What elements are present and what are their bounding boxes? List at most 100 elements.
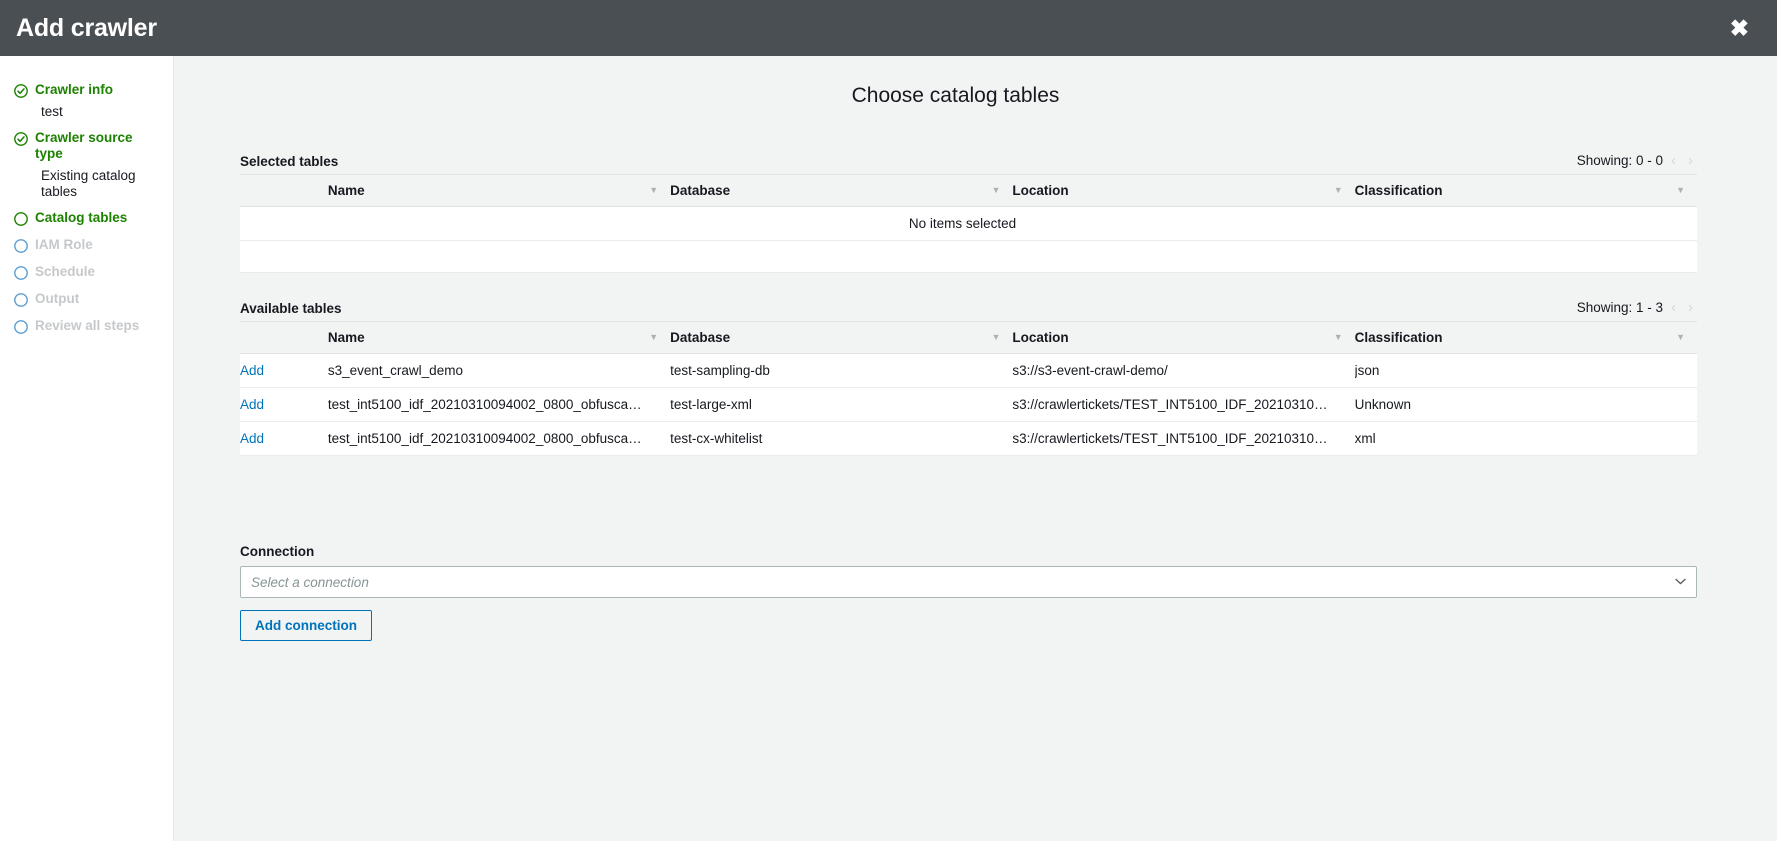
available-tables-table: Name ▼ Database ▼ Locati <box>240 321 1697 456</box>
add-table-link[interactable]: Add <box>240 397 264 412</box>
cell-location: s3://s3-event-crawl-demo/ <box>1012 354 1354 388</box>
cell-name: test_int5100_idf_20210310094002_0800_obf… <box>328 388 670 422</box>
sort-caret-icon[interactable]: ▼ <box>1334 333 1343 342</box>
selected-tables-showing: Showing: 0 - 0 <box>1577 153 1663 168</box>
cell-classification: xml <box>1355 422 1697 456</box>
available-tables-title: Available tables <box>240 301 342 316</box>
sidebar-item-label: Crawler source type <box>35 130 163 162</box>
sort-caret-icon[interactable]: ▼ <box>649 333 658 342</box>
page-title: Choose catalog tables <box>174 56 1737 108</box>
close-icon[interactable]: ✖ <box>1724 13 1755 44</box>
column-header-location[interactable]: Location ▼ <box>1012 175 1354 207</box>
sidebar-item-review-all-steps: Review all steps <box>0 314 173 338</box>
column-header-label: Location <box>1012 183 1068 198</box>
available-tables-showing: Showing: 1 - 3 <box>1577 300 1663 315</box>
add-table-link[interactable]: Add <box>240 363 264 378</box>
available-tables-pager: Showing: 1 - 3 ‹ › <box>1577 299 1697 316</box>
cell-database: test-cx-whitelist <box>670 422 1012 456</box>
wizard-sidebar: Crawler info test Crawler source type Ex… <box>0 56 174 841</box>
selected-tables-pager: Showing: 0 - 0 ‹ › <box>1577 152 1697 169</box>
circle-icon <box>14 293 28 307</box>
empty-state-message: No items selected <box>240 207 1697 241</box>
table-row[interactable]: Add test_int5100_idf_20210310094002_0800… <box>240 388 1697 422</box>
sidebar-subtext-crawler-info: test <box>0 102 160 126</box>
cell-database: test-sampling-db <box>670 354 1012 388</box>
sidebar-subtext-crawler-source-type: Existing catalog tables <box>0 166 160 206</box>
cell-location: s3://crawlertickets/TEST_INT5100_IDF_202… <box>1012 422 1354 456</box>
sidebar-item-label: Crawler info <box>35 82 113 98</box>
column-header-spacer <box>240 322 328 354</box>
column-header-name[interactable]: Name ▼ <box>328 322 670 354</box>
sidebar-item-crawler-source-type[interactable]: Crawler source type <box>0 126 173 166</box>
main-content: Choose catalog tables Selected tables Sh… <box>174 56 1777 841</box>
add-table-link[interactable]: Add <box>240 431 264 446</box>
available-tables-header: Available tables Showing: 1 - 3 ‹ › <box>240 299 1697 321</box>
table-header-row: Name ▼ Database ▼ Locati <box>240 175 1697 207</box>
chevron-right-icon[interactable]: › <box>1684 152 1697 169</box>
connection-section: Connection Select a connection Add conne… <box>174 544 1737 641</box>
cell-classification: Unknown <box>1355 388 1697 422</box>
sidebar-item-label: IAM Role <box>35 237 93 253</box>
table-row[interactable]: Add test_int5100_idf_20210310094002_0800… <box>240 422 1697 456</box>
chevron-left-icon[interactable]: ‹ <box>1667 152 1680 169</box>
circle-icon <box>14 320 28 334</box>
connection-select[interactable]: Select a connection <box>240 566 1697 598</box>
sidebar-item-label: Output <box>35 291 79 307</box>
column-header-label: Database <box>670 330 730 345</box>
sidebar-item-label: Review all steps <box>35 318 139 334</box>
window-titlebar: Add crawler ✖ <box>0 0 1777 56</box>
filler-cell <box>240 241 1697 273</box>
connection-placeholder: Select a connection <box>251 575 369 590</box>
selected-tables-title: Selected tables <box>240 154 338 169</box>
empty-state-row: No items selected <box>240 207 1697 241</box>
sort-caret-icon[interactable]: ▼ <box>991 186 1000 195</box>
sidebar-item-catalog-tables[interactable]: Catalog tables <box>0 206 173 230</box>
connection-label: Connection <box>240 544 1697 559</box>
column-header-location[interactable]: Location ▼ <box>1012 322 1354 354</box>
add-connection-button[interactable]: Add connection <box>240 610 372 641</box>
sidebar-item-iam-role: IAM Role <box>0 233 173 257</box>
available-tables-section: Available tables Showing: 1 - 3 ‹ › <box>174 299 1737 456</box>
sidebar-item-crawler-info[interactable]: Crawler info <box>0 78 173 102</box>
column-header-classification[interactable]: Classification ▼ <box>1355 322 1697 354</box>
cell-location: s3://crawlertickets/TEST_INT5100_IDF_202… <box>1012 388 1354 422</box>
check-circle-icon <box>14 84 28 98</box>
column-header-name[interactable]: Name ▼ <box>328 175 670 207</box>
column-header-label: Name <box>328 330 365 345</box>
selected-tables-header: Selected tables Showing: 0 - 0 ‹ › <box>240 152 1697 174</box>
table-row[interactable]: Add s3_event_crawl_demo test-sampling-db… <box>240 354 1697 388</box>
column-header-label: Classification <box>1355 330 1443 345</box>
table-header-row: Name ▼ Database ▼ Locati <box>240 322 1697 354</box>
column-header-label: Location <box>1012 330 1068 345</box>
check-circle-icon <box>14 132 28 146</box>
cell-classification: json <box>1355 354 1697 388</box>
row-action-cell: Add <box>240 354 328 388</box>
row-action-cell: Add <box>240 388 328 422</box>
circle-icon <box>14 212 28 226</box>
chevron-left-icon[interactable]: ‹ <box>1667 299 1680 316</box>
sort-caret-icon[interactable]: ▼ <box>1334 186 1343 195</box>
column-header-database[interactable]: Database ▼ <box>670 322 1012 354</box>
window-title: Add crawler <box>16 14 157 43</box>
sort-caret-icon[interactable]: ▼ <box>649 186 658 195</box>
cell-name: s3_event_crawl_demo <box>328 354 670 388</box>
sort-caret-icon[interactable]: ▼ <box>991 333 1000 342</box>
column-header-database[interactable]: Database ▼ <box>670 175 1012 207</box>
sidebar-item-schedule: Schedule <box>0 260 173 284</box>
column-header-label: Name <box>328 183 365 198</box>
column-header-spacer <box>240 175 328 207</box>
selected-tables-filler <box>240 241 1697 273</box>
selected-tables-section: Selected tables Showing: 0 - 0 ‹ › <box>174 152 1737 273</box>
circle-icon <box>14 239 28 253</box>
sidebar-item-label: Schedule <box>35 264 95 280</box>
cell-name: test_int5100_idf_20210310094002_0800_obf… <box>328 422 670 456</box>
cell-database: test-large-xml <box>670 388 1012 422</box>
column-header-classification[interactable]: Classification ▼ <box>1355 175 1697 207</box>
sort-caret-icon[interactable]: ▼ <box>1676 333 1685 342</box>
sort-caret-icon[interactable]: ▼ <box>1676 186 1685 195</box>
column-header-label: Database <box>670 183 730 198</box>
chevron-down-icon[interactable] <box>1675 577 1686 588</box>
chevron-right-icon[interactable]: › <box>1684 299 1697 316</box>
circle-icon <box>14 266 28 280</box>
sidebar-item-label: Catalog tables <box>35 210 127 226</box>
